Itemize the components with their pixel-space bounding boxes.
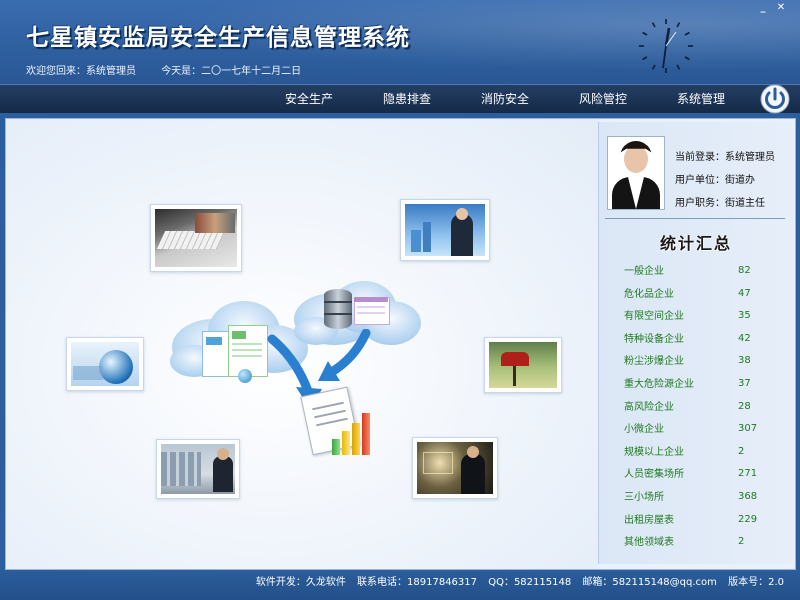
stat-row[interactable]: 小微企业 307: [624, 420, 784, 438]
nav-item-risk-control[interactable]: 风险管控: [579, 90, 627, 107]
welcome-bar: 欢迎您回来：系统管理员 今天是：二〇一七年十二月二日: [26, 62, 323, 77]
stat-row[interactable]: 特种设备企业 42: [624, 330, 784, 348]
stat-row[interactable]: 危化品企业 47: [624, 285, 784, 303]
stat-label[interactable]: 其他领域表: [624, 533, 674, 548]
database-icon: [324, 287, 390, 335]
nav-item-system-management[interactable]: 系统管理: [677, 90, 725, 107]
spreadsheet-icon: [202, 325, 268, 383]
footer-qq: QQ：582115148: [488, 577, 572, 588]
nav-item-hazard-inspection[interactable]: 隐患排查: [383, 90, 431, 107]
photo-mailbox: [484, 337, 562, 393]
stat-label[interactable]: 人员密集场所: [624, 465, 684, 480]
stat-value: 37: [738, 378, 751, 389]
stat-row[interactable]: 人员密集场所 271: [624, 465, 784, 483]
stat-row[interactable]: 有限空间企业 35: [624, 307, 784, 325]
app-title: 七星镇安监局安全生产信息管理系统: [26, 25, 410, 51]
minimize-icon[interactable]: _: [756, 2, 770, 14]
welcome-text: 欢迎您回来：系统管理员: [26, 66, 136, 77]
stats-title: 统计汇总: [659, 234, 732, 253]
date-text: 今天是：二〇一七年十二月二日: [161, 66, 302, 77]
stat-value: 38: [738, 355, 751, 367]
stat-value: 368: [738, 491, 758, 502]
photo-keyboard: [150, 204, 242, 272]
stat-label[interactable]: 出租房屋表: [624, 511, 674, 526]
stat-value: 42: [738, 332, 751, 344]
photo-globe: [66, 337, 144, 391]
nav-item-safety-production[interactable]: 安全生产: [285, 90, 333, 107]
stat-label[interactable]: 三小场所: [624, 488, 664, 503]
stat-row[interactable]: 其他领域表 2: [624, 533, 784, 551]
stat-label[interactable]: 危化品企业: [624, 285, 674, 300]
photo-man-laptop: [156, 439, 240, 499]
stat-label[interactable]: 重大危险源企业: [624, 375, 694, 390]
stat-value: 82: [738, 265, 751, 276]
stat-row[interactable]: 高风险企业 28: [624, 398, 784, 416]
footer-email: 邮箱：582115148@qq.com: [582, 577, 717, 588]
sidebar-divider: [605, 218, 785, 219]
stat-label[interactable]: 规模以上企业: [624, 443, 684, 458]
stat-value: 35: [738, 310, 751, 322]
current-login: 当前登录：系统管理员: [675, 152, 775, 163]
main-nav: 安全生产 隐患排查 消防安全 风险管控 系统管理: [0, 84, 800, 113]
app-window: _ ✕ 七星镇安监局安全生产信息管理系统 欢迎您回来：系统管理员 今天是：二〇一…: [0, 0, 800, 600]
stat-label[interactable]: 高风险企业: [624, 398, 674, 413]
nav-item-fire-safety[interactable]: 消防安全: [481, 90, 529, 107]
stat-label[interactable]: 特种设备企业: [624, 330, 684, 345]
report-chart-icon: [300, 386, 382, 465]
footer-version: 版本号：2.0: [728, 577, 784, 588]
stat-row[interactable]: 三小场所 368: [624, 488, 784, 506]
clock-icon: [639, 19, 693, 73]
stat-label[interactable]: 粉尘涉爆企业: [624, 352, 684, 367]
stat-row[interactable]: 出租房屋表 229: [624, 511, 784, 529]
stat-row[interactable]: 重大危险源企业 37: [624, 375, 784, 393]
main-content: 当前登录：系统管理员 用户单位：街道办 用户职务：街道主任 统计汇总 一般企业 8…: [5, 118, 796, 570]
stat-label[interactable]: 一般企业: [624, 262, 664, 277]
stat-row[interactable]: 一般企业 82: [624, 262, 784, 280]
stat-value: 2: [738, 445, 745, 457]
photo-businessman-tech: [412, 437, 498, 499]
footer-phone: 联系电话：18917846317: [357, 577, 478, 588]
footer: 软件开发：久龙软件 联系电话：18917846317 QQ：582115148 …: [0, 570, 800, 600]
stat-value: 28: [738, 400, 751, 412]
stat-value: 229: [738, 513, 758, 525]
footer-info: 软件开发：久龙软件 联系电话：18917846317 QQ：582115148 …: [248, 573, 784, 588]
user-stats-sidebar: 当前登录：系统管理员 用户单位：街道办 用户职务：街道主任 统计汇总 一般企业 8…: [598, 122, 793, 564]
stat-label[interactable]: 小微企业: [624, 420, 664, 435]
stat-value: 47: [738, 287, 751, 299]
stat-row[interactable]: 粉尘涉爆企业 38: [624, 352, 784, 370]
illustration-panel: [6, 119, 598, 569]
photo-businessman-tablet: [400, 199, 490, 261]
stat-label[interactable]: 有限空间企业: [624, 307, 684, 322]
stat-row[interactable]: 规模以上企业 2: [624, 443, 784, 461]
window-controls: _ ✕: [756, 2, 796, 16]
footer-developer: 软件开发：久龙软件: [255, 577, 346, 588]
user-role: 用户职务：街道主任: [675, 198, 765, 209]
close-icon[interactable]: ✕: [774, 2, 788, 14]
power-icon[interactable]: [758, 84, 792, 114]
stat-value: 2: [738, 536, 745, 548]
user-unit: 用户单位：街道办: [675, 175, 755, 186]
avatar: [607, 136, 665, 210]
stat-value: 307: [738, 423, 758, 435]
stat-value: 271: [738, 468, 758, 480]
